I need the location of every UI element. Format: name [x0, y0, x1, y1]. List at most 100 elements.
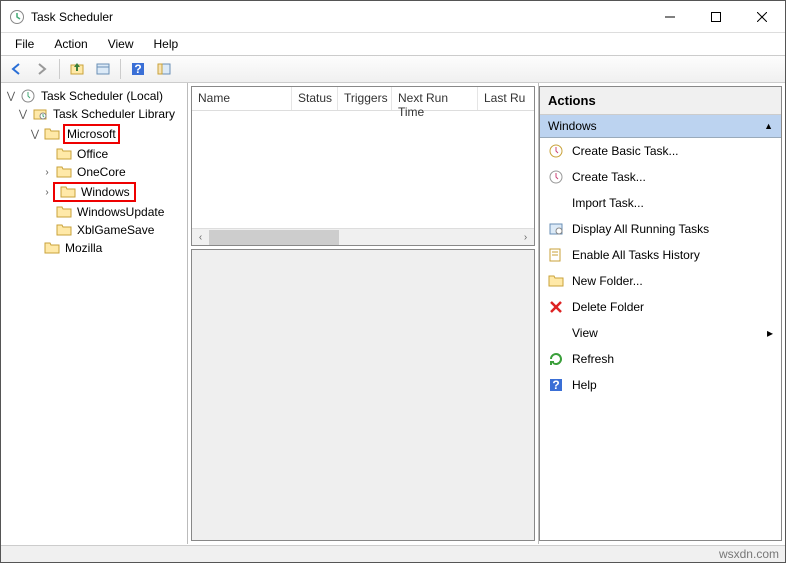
folder-icon — [60, 184, 76, 200]
menu-help[interactable]: Help — [146, 35, 187, 53]
action-label: Enable All Tasks History — [572, 248, 700, 262]
svg-text:?: ? — [552, 378, 559, 392]
folder-icon — [56, 146, 72, 162]
view-icon — [548, 325, 564, 341]
scroll-thumb[interactable] — [209, 230, 339, 245]
create-basic-icon — [548, 143, 564, 159]
tree-label: Mozilla — [63, 240, 104, 256]
expander-icon[interactable]: ⋁ — [17, 109, 29, 120]
show-hide-button[interactable] — [153, 58, 175, 80]
create-task-icon — [548, 169, 564, 185]
tree-label: WindowsUpdate — [75, 204, 166, 220]
properties-button[interactable] — [92, 58, 114, 80]
col-name[interactable]: Name — [192, 87, 292, 110]
expander-icon[interactable]: ⋁ — [29, 129, 41, 140]
action-import-task[interactable]: Import Task... — [540, 190, 781, 216]
expander-icon[interactable]: › — [41, 187, 53, 198]
window-title: Task Scheduler — [31, 10, 647, 24]
running-tasks-icon — [548, 221, 564, 237]
submenu-arrow-icon: ▸ — [767, 326, 773, 340]
new-folder-icon — [548, 273, 564, 289]
close-button[interactable] — [739, 1, 785, 32]
tree-label: Task Scheduler Library — [51, 106, 177, 122]
action-create-basic-task[interactable]: Create Basic Task... — [540, 138, 781, 164]
folder-icon — [44, 126, 60, 142]
actions-title: Actions — [540, 87, 781, 115]
tree-xblgamesave[interactable]: XblGameSave — [1, 221, 187, 239]
col-status[interactable]: Status — [292, 87, 338, 110]
menubar: File Action View Help — [1, 33, 785, 55]
toolbar-separator — [59, 59, 60, 79]
toolbar: ? — [1, 55, 785, 83]
import-icon — [548, 195, 564, 211]
tree-onecore[interactable]: › OneCore — [1, 163, 187, 181]
action-label: New Folder... — [572, 274, 643, 288]
tree-mozilla[interactable]: Mozilla — [1, 239, 187, 257]
tree-office[interactable]: Office — [1, 145, 187, 163]
menu-file[interactable]: File — [7, 35, 42, 53]
help-icon: ? — [548, 377, 564, 393]
action-display-running[interactable]: Display All Running Tasks — [540, 216, 781, 242]
action-help[interactable]: ? Help — [540, 372, 781, 398]
tree-label: XblGameSave — [75, 222, 156, 238]
back-button[interactable] — [5, 58, 27, 80]
menu-action[interactable]: Action — [46, 35, 95, 53]
history-icon — [548, 247, 564, 263]
library-icon — [32, 106, 48, 122]
column-headers: Name Status Triggers Next Run Time Last … — [192, 87, 534, 111]
tree-label: Microsoft — [63, 124, 120, 144]
detail-pane — [191, 249, 535, 541]
up-button[interactable] — [66, 58, 88, 80]
folder-icon — [56, 204, 72, 220]
minimize-button[interactable] — [647, 1, 693, 32]
action-label: Refresh — [572, 352, 614, 366]
folder-icon — [56, 222, 72, 238]
action-refresh[interactable]: Refresh — [540, 346, 781, 372]
folder-icon — [56, 164, 72, 180]
watermark: wsxdn.com — [719, 547, 779, 561]
tree-label: Task Scheduler (Local) — [39, 88, 165, 104]
scroll-left-icon[interactable]: ‹ — [192, 232, 209, 243]
tree-root[interactable]: ⋁ Task Scheduler (Local) — [1, 87, 187, 105]
actions-context[interactable]: Windows ▲ — [540, 115, 781, 138]
actions-pane: Actions Windows ▲ Create Basic Task... C… — [539, 86, 782, 541]
status-bar: wsxdn.com — [1, 545, 785, 562]
col-triggers[interactable]: Triggers — [338, 87, 392, 110]
menu-view[interactable]: View — [100, 35, 142, 53]
action-view[interactable]: View ▸ — [540, 320, 781, 346]
middle-pane: Name Status Triggers Next Run Time Last … — [188, 83, 539, 544]
svg-text:?: ? — [134, 62, 141, 76]
action-label: Create Basic Task... — [572, 144, 679, 158]
collapse-icon[interactable]: ▲ — [764, 121, 773, 131]
col-last[interactable]: Last Ru — [478, 87, 534, 110]
action-label: Display All Running Tasks — [572, 222, 709, 236]
window-controls — [647, 1, 785, 32]
expander-icon[interactable]: › — [41, 167, 53, 178]
maximize-button[interactable] — [693, 1, 739, 32]
app-icon — [9, 9, 25, 25]
action-create-task[interactable]: Create Task... — [540, 164, 781, 190]
action-label: Import Task... — [572, 196, 644, 210]
tree-label: Windows — [79, 184, 132, 200]
expander-icon[interactable]: ⋁ — [5, 91, 17, 102]
help-button[interactable]: ? — [127, 58, 149, 80]
tree-microsoft[interactable]: ⋁ Microsoft — [1, 123, 187, 145]
tree-label: Office — [75, 146, 110, 162]
tree-windowsupdate[interactable]: WindowsUpdate — [1, 203, 187, 221]
action-label: Help — [572, 378, 597, 392]
tree-pane: ⋁ Task Scheduler (Local) ⋁ Task Schedule… — [1, 83, 188, 544]
action-new-folder[interactable]: New Folder... — [540, 268, 781, 294]
toolbar-separator — [120, 59, 121, 79]
horizontal-scrollbar[interactable]: ‹ › — [192, 228, 534, 245]
task-list: Name Status Triggers Next Run Time Last … — [191, 86, 535, 246]
col-next[interactable]: Next Run Time — [392, 87, 478, 110]
tree-label: OneCore — [75, 164, 128, 180]
tree-library[interactable]: ⋁ Task Scheduler Library — [1, 105, 187, 123]
scroll-right-icon[interactable]: › — [517, 232, 534, 243]
forward-button[interactable] — [31, 58, 53, 80]
action-delete-folder[interactable]: Delete Folder — [540, 294, 781, 320]
action-enable-history[interactable]: Enable All Tasks History — [540, 242, 781, 268]
clock-icon — [20, 88, 36, 104]
tree-windows[interactable]: › Windows — [1, 181, 187, 203]
content-area: ⋁ Task Scheduler (Local) ⋁ Task Schedule… — [1, 83, 785, 544]
